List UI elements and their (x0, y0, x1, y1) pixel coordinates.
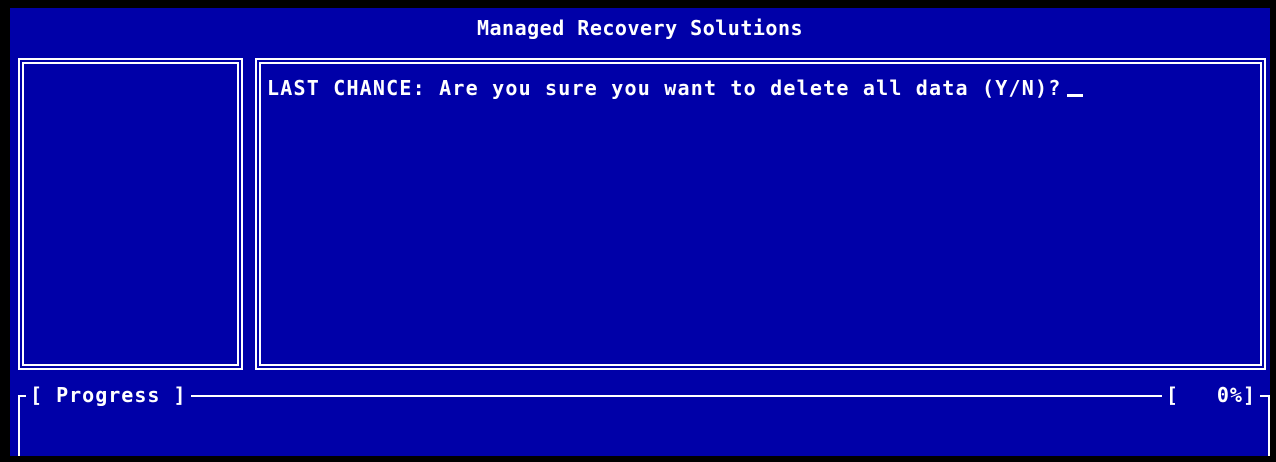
prompt-text: LAST CHANCE: Are you sure you want to de… (267, 76, 1062, 100)
main-panel: LAST CHANCE: Are you sure you want to de… (255, 58, 1266, 370)
progress-percent-value: 0%] (1216, 383, 1256, 407)
app-title: Managed Recovery Solutions (476, 16, 804, 40)
progress-label: [ Progress ] (26, 383, 191, 407)
confirm-delete-prompt: LAST CHANCE: Are you sure you want to de… (267, 76, 1084, 100)
left-panel (18, 58, 243, 370)
progress-panel: [ Progress ] [0%] (18, 383, 1270, 456)
progress-percent: [0%] (1161, 383, 1260, 407)
text-cursor (1067, 94, 1084, 97)
dos-screen: Managed Recovery Solutions LAST CHANCE: … (10, 8, 1270, 456)
progress-percent-open-bracket: [ (1165, 383, 1179, 407)
